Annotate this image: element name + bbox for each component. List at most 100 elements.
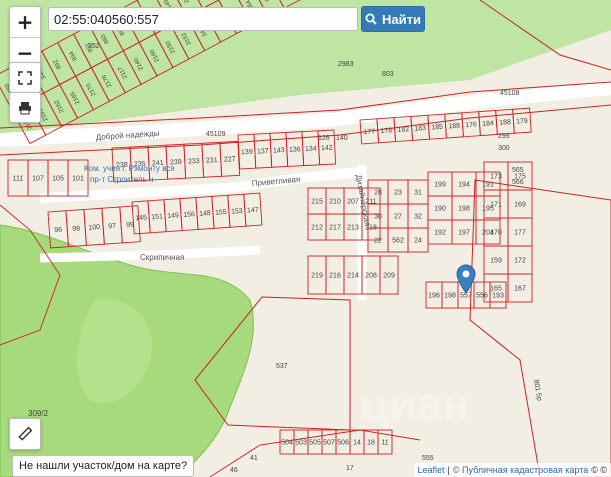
parcel-number: 219: [311, 273, 323, 280]
parcel-number: 194: [458, 182, 470, 189]
cadastral-map[interactable]: 111 107 105 101238 235 241 239 233 231 227139 137 1…: [0, 0, 611, 477]
ruler-icon: [18, 426, 33, 441]
parcel-number: 32: [414, 214, 422, 221]
parcel-number: 139: [241, 149, 253, 157]
tech-label-555: 555: [422, 455, 434, 462]
tech-label-803: 803: [382, 71, 394, 78]
street-label-skripichnaya: Скрипичная: [140, 253, 184, 262]
fullscreen-control: [9, 62, 41, 93]
parcel-number: 216: [329, 273, 341, 280]
parcel-number: 503: [295, 440, 307, 447]
parcel-number: 100: [88, 224, 100, 232]
parcel-number: 209: [383, 273, 395, 280]
parcel-number: 193: [492, 293, 504, 300]
print-control: [9, 92, 41, 123]
parcel-number: 98: [72, 225, 80, 233]
parcel-number: 31: [414, 190, 422, 197]
parcel-number: 107: [32, 176, 44, 183]
parcel-number: 212: [311, 225, 323, 232]
parcel-number: 137: [257, 148, 269, 156]
tech-label-565: 565: [512, 167, 524, 174]
parcel-number: 27: [394, 214, 402, 221]
tech-label-300: 300: [498, 145, 510, 152]
parcel-number: 149: [167, 212, 179, 220]
org-label-line2: пр-т Строитель н: [90, 175, 153, 184]
tech-label-2983: 2983: [338, 61, 354, 68]
parcel-number: 148: [199, 210, 211, 218]
parcel-number: 14: [353, 440, 361, 447]
tech-label-537: 537: [276, 363, 288, 370]
parcel-number: 188: [448, 123, 460, 131]
cadastral-search-input[interactable]: [48, 7, 358, 31]
parcel-number: 198: [444, 293, 456, 300]
not-found-link[interactable]: Не нашли участок/дом на карте?: [12, 455, 195, 477]
parcel-number: 147: [247, 207, 259, 215]
parcel-number: 167: [514, 286, 526, 293]
parcel-number: 18: [367, 440, 375, 447]
parcel-number: 184: [482, 120, 494, 128]
parcel-number: 197: [458, 230, 470, 237]
parcel-number: 199: [434, 182, 446, 189]
map-pin-icon: [456, 264, 476, 294]
parcel-number: 11: [381, 440, 388, 447]
leaflet-link[interactable]: Leaflet: [418, 465, 445, 475]
zoom-in-button[interactable]: +: [10, 7, 40, 37]
parcel-number: 153: [231, 208, 243, 216]
parcel-number: 143: [273, 147, 285, 155]
parcel-number: 217: [329, 225, 341, 232]
parcel-number: 134: [305, 145, 317, 153]
org-label-line1: Ком. учия г. Рэмонту вся: [84, 164, 175, 173]
printer-icon: [19, 101, 31, 114]
parcel-number: 176: [465, 121, 477, 129]
parcel-number: 177: [363, 128, 375, 136]
parcel-number: 101: [72, 176, 84, 183]
cadastral-source-link[interactable]: © Публичная кадастровая карта: [453, 465, 588, 475]
parcel-number: 214: [347, 273, 359, 280]
tech-label-45108: 45108: [500, 90, 520, 97]
search-button[interactable]: Найти: [361, 6, 425, 32]
tech-label-126: 126: [318, 135, 330, 142]
parcel-number: 233: [188, 158, 200, 166]
parcel-number: 99: [126, 222, 134, 230]
parcel-number: 22: [374, 238, 382, 245]
parcel-number: 185: [431, 124, 443, 132]
parcel-number: 507: [323, 440, 335, 447]
parcel-number: 155: [215, 209, 227, 217]
map-attribution: Leaflet | © Публичная кадастровая карта …: [413, 463, 611, 477]
measure-button[interactable]: [9, 418, 41, 450]
print-button[interactable]: [10, 93, 40, 122]
parcel-number: 23: [394, 190, 402, 197]
parcel-number: 96: [54, 227, 62, 235]
parcel-number: 505: [309, 440, 321, 447]
attribution-trailing: © ©: [591, 465, 607, 475]
parcel-number: 177: [514, 230, 526, 237]
parcel-number: 556: [476, 293, 488, 300]
parcel-number: 172: [514, 258, 526, 265]
parcel-number: 208: [365, 273, 377, 280]
tech-label-352: 352: [88, 43, 100, 50]
location-marker[interactable]: [456, 264, 476, 299]
parcel-number: 111: [13, 176, 24, 183]
parcel-number: 562: [392, 238, 404, 245]
tech-label-140: 140: [336, 135, 348, 142]
parcel-number: 506: [337, 440, 349, 447]
parcel-number: 227: [224, 156, 236, 164]
parcel-number: 145: [135, 214, 147, 222]
parcel-number: 213: [347, 225, 359, 232]
search-button-label: Найти: [382, 11, 421, 27]
parcel-number: 159: [490, 258, 502, 265]
parcel-number: 165: [490, 286, 502, 293]
tech-label-309: 309/2: [28, 409, 49, 418]
parcel-number: 97: [108, 223, 116, 231]
parcel-number: 198: [458, 206, 470, 213]
parcel-number: 196: [428, 293, 440, 300]
parcel-number: 188: [499, 119, 511, 127]
parcel-number: 231: [206, 157, 218, 165]
parcel-number: 24: [414, 238, 422, 245]
fullscreen-button[interactable]: [10, 63, 40, 92]
parcel-number: 183: [414, 125, 426, 133]
search-icon: [365, 13, 377, 25]
tech-label-17: 17: [346, 465, 354, 472]
attribution-separator: |: [447, 465, 450, 475]
parcel-number: 142: [321, 145, 333, 153]
